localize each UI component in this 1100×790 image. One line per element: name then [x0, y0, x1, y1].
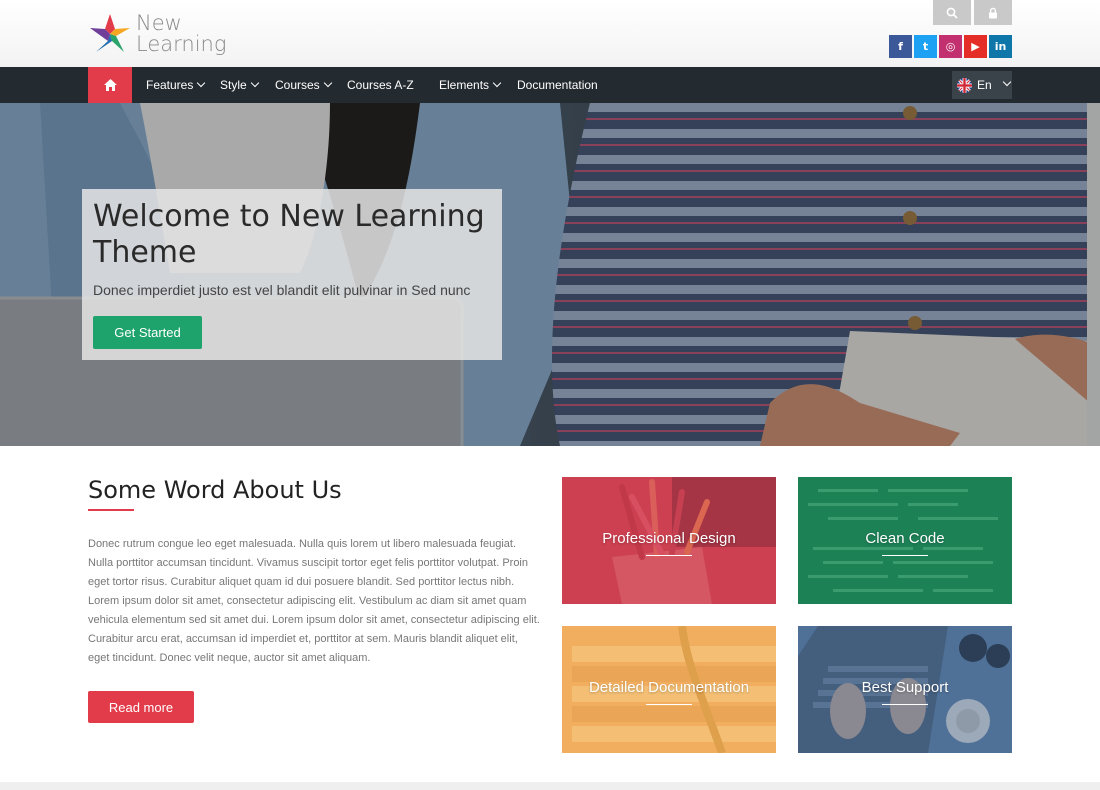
nav-item-label: Documentation — [517, 78, 598, 92]
tile-label: Professional Design — [602, 529, 736, 547]
instagram-icon[interactable]: ◎ — [939, 35, 962, 58]
home-icon — [103, 79, 117, 91]
nav-item-courses[interactable]: Courses — [275, 67, 332, 103]
feature-tile-professional-design[interactable]: Professional Design — [562, 477, 776, 604]
site-header: New Learning f t ◎ ▶ in — [0, 0, 1100, 67]
read-more-button[interactable]: Read more — [88, 691, 194, 723]
social-links: f t ◎ ▶ in — [889, 35, 1012, 58]
get-started-button[interactable]: Get Started — [93, 316, 202, 349]
tile-underline — [646, 703, 692, 705]
brand-name: New Learning — [136, 13, 226, 55]
brand-line-1: New — [136, 11, 182, 35]
heading-underline — [88, 509, 134, 511]
youtube-icon[interactable]: ▶ — [964, 35, 987, 58]
nav-item-label: Courses A-Z — [347, 78, 414, 92]
tile-underline — [882, 554, 928, 556]
twitter-icon[interactable]: t — [914, 35, 937, 58]
feature-tile-detailed-documentation[interactable]: Detailed Documentation — [562, 626, 776, 753]
feature-tile-clean-code[interactable]: Clean Code — [798, 477, 1012, 604]
nav-item-style[interactable]: Style — [220, 67, 259, 103]
search-button[interactable] — [933, 0, 971, 25]
nav-item-elements[interactable]: Elements — [439, 67, 502, 103]
tile-label: Best Support — [861, 678, 949, 696]
chevron-down-icon — [197, 78, 206, 88]
hero-caption-box: Welcome to New Learning Theme Donec impe… — [82, 189, 502, 360]
language-selector[interactable]: En — [952, 71, 1012, 99]
tile-label: Detailed Documentation — [588, 678, 750, 696]
tile-label: Clean Code — [865, 529, 945, 547]
tile-underline — [646, 554, 692, 556]
logo-star-icon — [90, 14, 130, 52]
tile-underline — [882, 703, 928, 705]
chevron-down-icon — [323, 78, 332, 88]
feature-tile-best-support[interactable]: Best Support — [798, 626, 1012, 753]
login-button[interactable] — [974, 0, 1012, 25]
language-label: En — [977, 78, 992, 92]
about-paragraph: Donec rutrum congue leo eget malesuada. … — [88, 538, 540, 664]
nav-item-label: Style — [220, 78, 247, 92]
facebook-icon[interactable]: f — [889, 35, 912, 58]
nav-item-label: Courses — [275, 78, 320, 92]
main-navigation: Features Style Courses Courses A-Z Eleme… — [0, 67, 1100, 103]
chevron-down-icon — [250, 78, 259, 88]
nav-home-button[interactable] — [88, 67, 132, 103]
about-heading: Some Word About Us — [88, 476, 342, 504]
nav-item-features[interactable]: Features — [146, 67, 206, 103]
hero-title: Welcome to New Learning Theme — [93, 199, 485, 270]
nav-item-label: Features — [146, 78, 194, 92]
nav-item-label: Elements — [439, 78, 490, 92]
utility-buttons — [933, 0, 1012, 25]
footer-divider — [0, 782, 1100, 790]
hero-banner: Welcome to New Learning Theme Donec impe… — [0, 103, 1100, 446]
search-icon — [946, 7, 958, 19]
chevron-down-icon — [1002, 77, 1011, 87]
lock-icon — [989, 7, 997, 18]
chevron-down-icon — [492, 78, 502, 88]
hero-subtitle: Donec imperdiet justo est vel blandit el… — [93, 282, 471, 298]
brand-line-2: Learning — [136, 32, 227, 56]
nav-item-courses-a-z[interactable]: Courses A-Z — [347, 67, 414, 103]
site-logo[interactable]: New Learning — [88, 10, 238, 58]
linkedin-icon[interactable]: in — [989, 35, 1012, 58]
uk-flag-icon — [957, 77, 972, 93]
nav-item-documentation[interactable]: Documentation — [517, 67, 598, 103]
